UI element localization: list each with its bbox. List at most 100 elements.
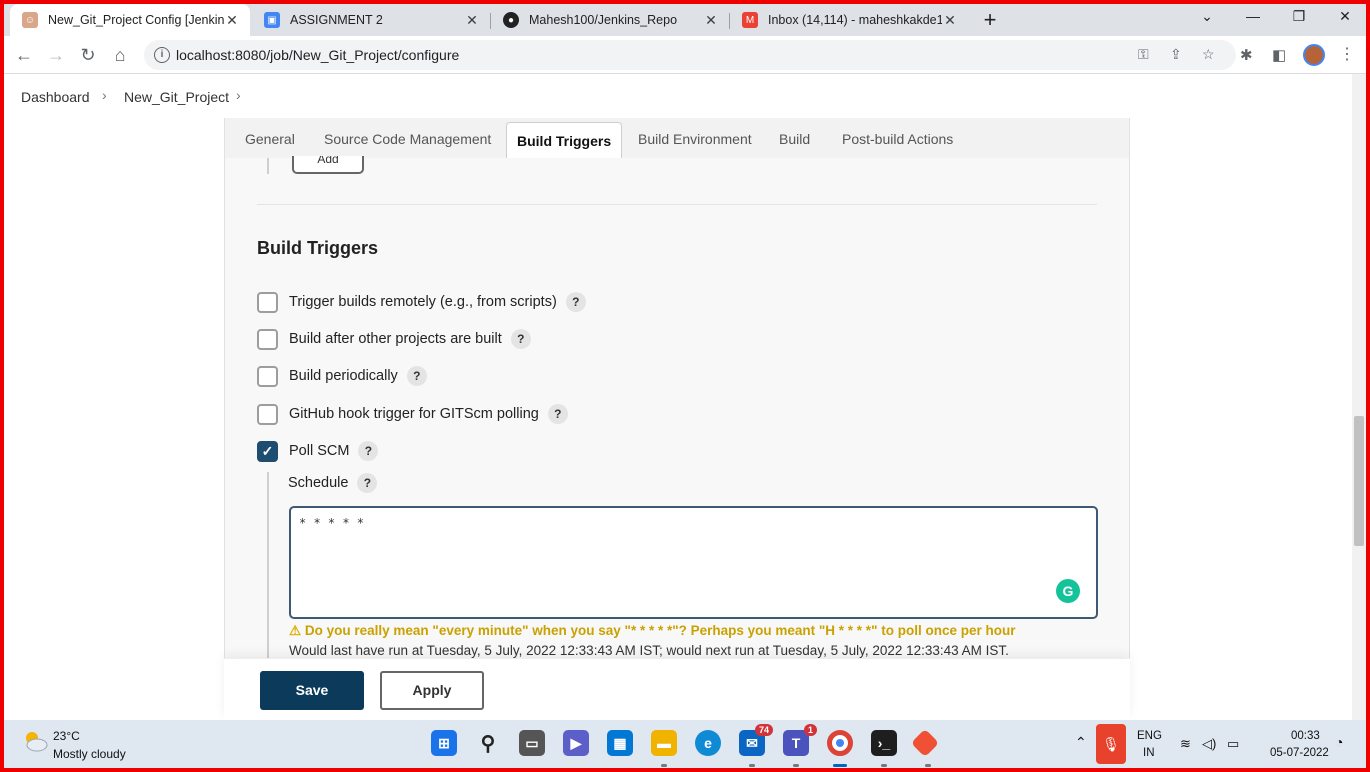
poll-scm-label[interactable]: Poll SCM (289, 443, 349, 459)
poll-scm-checkbox[interactable]: ✓ (257, 440, 278, 462)
teams-icon[interactable]: T1 (783, 724, 817, 756)
language-region[interactable]: IN (1143, 747, 1155, 759)
taskbar-running-indicator (881, 764, 887, 767)
share-icon[interactable]: ⇪ (1170, 46, 1182, 63)
minimize-icon[interactable]: — (1238, 8, 1268, 24)
weather-cloud-sun-icon[interactable] (22, 730, 48, 752)
tab-assignment[interactable]: ▣ ASSIGNMENT 2 ✕ (252, 4, 490, 36)
tab-build[interactable]: Build (779, 118, 810, 158)
side-panel-icon[interactable]: ◧ (1272, 46, 1286, 64)
tray-chevron-up-icon[interactable]: ⌃ (1075, 734, 1087, 751)
tab-title: New_Git_Project Config [Jenkins] (48, 13, 224, 27)
browser-menu-icon[interactable]: ⋮ (1339, 44, 1355, 64)
help-icon[interactable]: ? (358, 441, 379, 461)
schedule-textarea[interactable]: * * * * * (289, 506, 1098, 619)
tab-build-triggers[interactable]: Build Triggers (506, 122, 623, 158)
help-icon[interactable]: ? (565, 292, 586, 312)
back-icon[interactable]: ← (13, 44, 35, 66)
tab-gmail[interactable]: M Inbox (14,114) - maheshkakde10 ✕ (730, 4, 968, 36)
scroll-thumb[interactable] (1354, 416, 1364, 546)
battery-icon[interactable]: ▭ (1227, 736, 1239, 752)
tab-search-chevron-icon[interactable]: ⌄ (1192, 8, 1222, 25)
close-tab-icon[interactable]: ✕ (224, 12, 240, 29)
chevron-right-icon[interactable]: › (236, 87, 241, 103)
address-bar[interactable]: i localhost:8080/job/New_Git_Project/con… (144, 40, 1236, 70)
tab-general[interactable]: General (245, 118, 295, 158)
volume-icon[interactable]: ◁) (1202, 736, 1216, 752)
weather-temperature[interactable]: 23°C (53, 729, 80, 743)
section-title: Build Triggers (257, 238, 379, 258)
add-button[interactable]: Add (292, 156, 364, 174)
tab-github[interactable]: ● Mahesh100/Jenkins_Repo ✕ (491, 4, 729, 36)
jenkins-page: Dashboard › New_Git_Project › General So… (4, 74, 1366, 720)
schedule-label-row: Schedule ? (288, 472, 378, 494)
help-icon[interactable]: ? (510, 329, 531, 349)
tab-post-build-actions[interactable]: Post-build Actions (842, 118, 953, 158)
github-hook-checkbox[interactable] (257, 403, 278, 425)
breadcrumb-dashboard[interactable]: Dashboard (21, 89, 90, 105)
terminal-icon[interactable]: ›_ (871, 730, 897, 756)
clock-time[interactable]: 00:33 (1291, 730, 1320, 742)
file-explorer-icon[interactable]: ▬ (651, 730, 677, 756)
apply-button[interactable]: Apply (380, 671, 484, 710)
breadcrumb-project[interactable]: New_Git_Project (124, 89, 229, 105)
notifications-icon[interactable]: ◔ (1335, 734, 1343, 750)
windows-start-icon[interactable]: ⊞ (431, 730, 457, 756)
tab-jenkins-config[interactable]: ☺ New_Git_Project Config [Jenkins] ✕ (10, 4, 250, 36)
poll-scm-option: ✓ Poll SCM ? (257, 440, 379, 462)
chrome-icon[interactable] (827, 730, 853, 756)
help-icon[interactable]: ? (357, 473, 378, 493)
task-view-icon[interactable]: ▭ (519, 730, 545, 756)
help-icon[interactable]: ? (547, 404, 568, 424)
language-indicator[interactable]: ENG (1137, 730, 1162, 742)
git-icon[interactable] (910, 728, 940, 758)
extensions-icon[interactable]: ✱ (1240, 46, 1253, 64)
github-favicon-icon: ● (503, 12, 519, 28)
close-tab-icon[interactable]: ✕ (703, 12, 719, 29)
restore-icon[interactable]: ❐ (1284, 8, 1314, 25)
clock-date[interactable]: 05-07-2022 (1270, 747, 1329, 759)
tab-build-environment[interactable]: Build Environment (638, 118, 752, 158)
tab-title: Inbox (14,114) - maheshkakde10 (768, 13, 942, 27)
trigger-remote-checkbox[interactable] (257, 291, 278, 313)
teams-badge: 1 (803, 724, 817, 736)
edge-icon[interactable]: e (695, 730, 721, 756)
forward-icon[interactable]: → (45, 44, 67, 66)
page-scrollbar[interactable] (1352, 74, 1366, 720)
taskbar-running-indicator (925, 764, 931, 767)
site-info-icon[interactable]: i (154, 47, 170, 63)
grammarly-icon[interactable]: G (1056, 579, 1080, 603)
close-tab-icon[interactable]: ✕ (942, 12, 958, 29)
help-icon[interactable]: ? (406, 366, 427, 386)
trigger-remote-label[interactable]: Trigger builds remotely (e.g., from scri… (289, 294, 557, 310)
trigger-remote-option: Trigger builds remotely (e.g., from scri… (257, 291, 586, 313)
wifi-icon[interactable]: ≋ (1180, 736, 1191, 752)
close-tab-icon[interactable]: ✕ (464, 12, 480, 29)
jenkins-favicon-icon: ☺ (22, 12, 38, 28)
teams-chat-icon[interactable]: ▶ (563, 730, 589, 756)
reload-icon[interactable]: ↻ (77, 44, 99, 66)
tab-title: ASSIGNMENT 2 (290, 13, 383, 27)
url-text[interactable]: localhost:8080/job/New_Git_Project/confi… (176, 47, 459, 63)
build-periodically-label[interactable]: Build periodically (289, 368, 398, 384)
home-icon[interactable]: ⌂ (109, 44, 131, 66)
close-window-icon[interactable]: ✕ (1330, 8, 1360, 25)
search-icon[interactable]: ⚲ (475, 730, 501, 756)
classroom-favicon-icon: ▣ (264, 12, 280, 28)
build-periodically-checkbox[interactable] (257, 365, 278, 387)
tab-source-code-management[interactable]: Source Code Management (324, 118, 491, 158)
weather-description[interactable]: Mostly cloudy (53, 747, 126, 761)
taskbar-running-indicator (793, 764, 799, 767)
build-after-checkbox[interactable] (257, 328, 278, 350)
checkmark-icon: ✓ (261, 442, 274, 459)
save-button[interactable]: Save (260, 671, 364, 710)
mail-icon[interactable]: ✉ 74 (739, 724, 773, 756)
microphone-icon[interactable]: 🎙 (1096, 724, 1126, 764)
key-icon[interactable]: ⚿ (1138, 46, 1149, 63)
new-tab-button[interactable]: + (976, 7, 1004, 35)
bookmark-star-icon[interactable]: ☆ (1202, 46, 1215, 63)
store-icon[interactable]: ▦ (607, 730, 633, 756)
build-after-label[interactable]: Build after other projects are built (289, 331, 502, 347)
profile-avatar[interactable] (1303, 44, 1325, 66)
github-hook-label[interactable]: GitHub hook trigger for GITScm polling (289, 406, 539, 422)
